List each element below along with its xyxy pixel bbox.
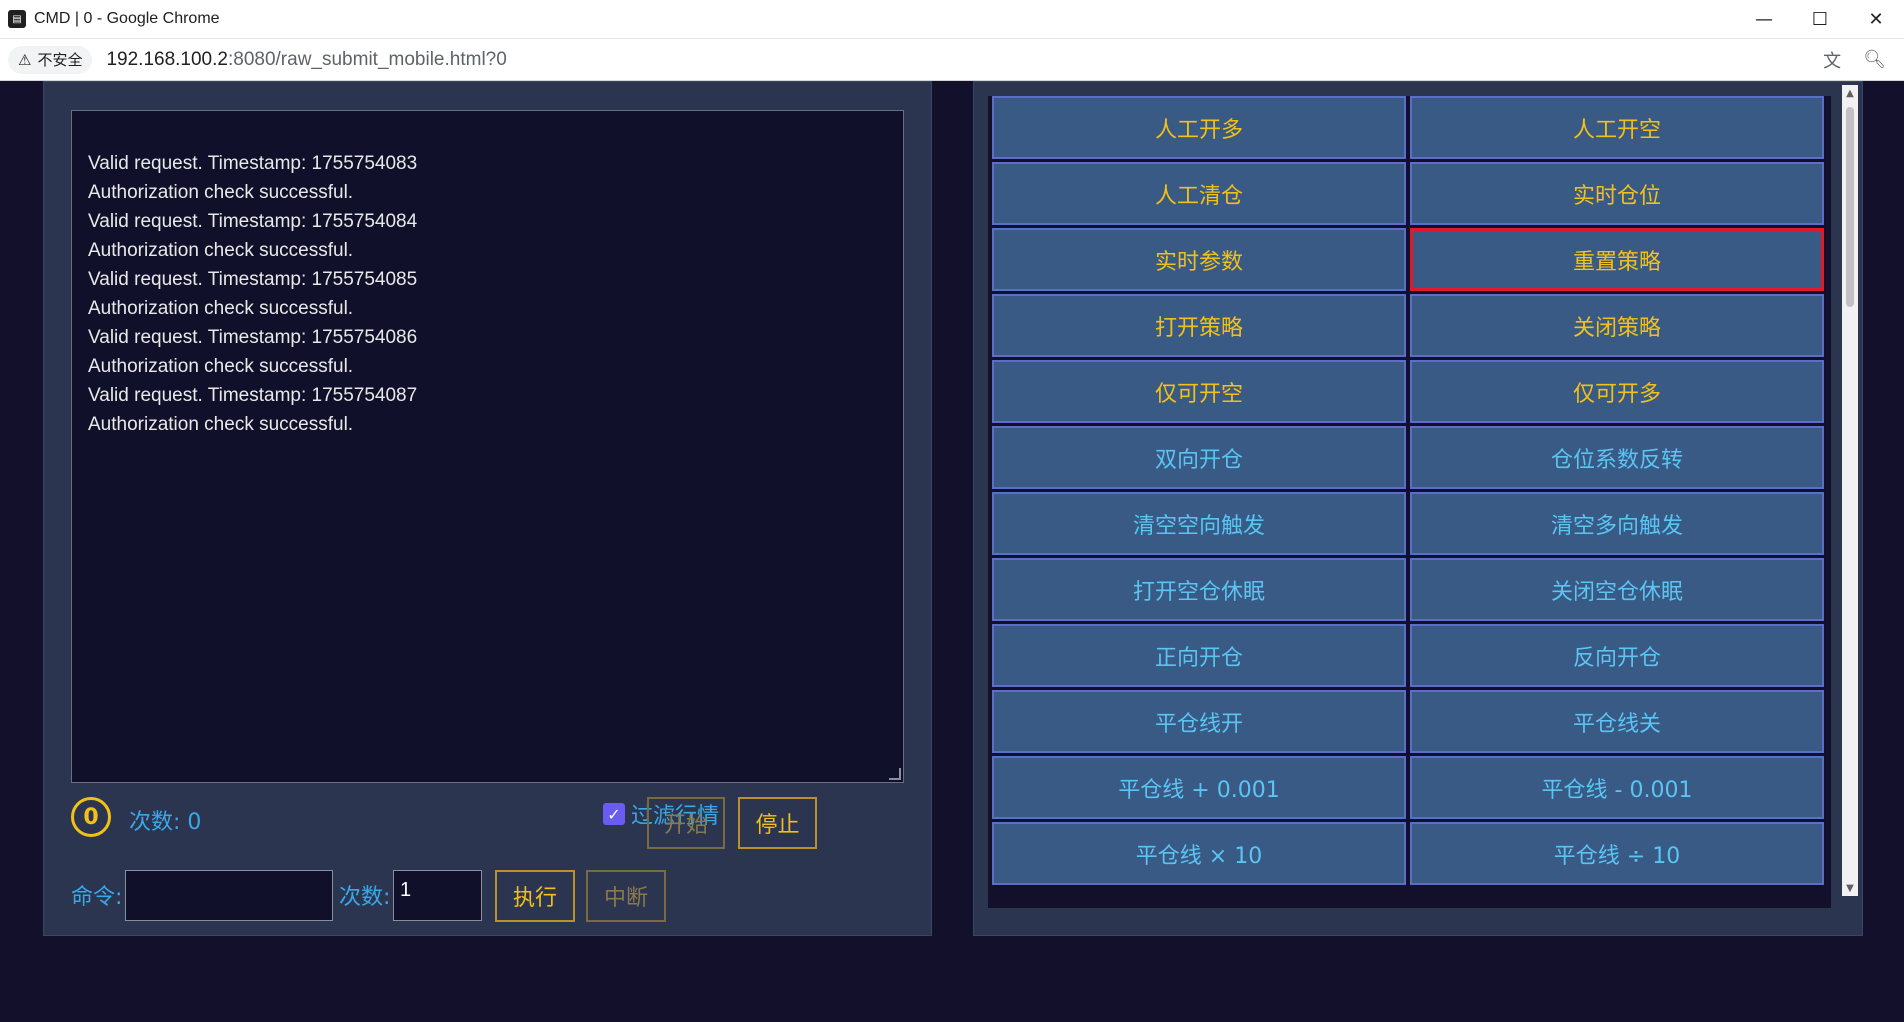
command-button[interactable]: 平仓线 - 0.001 (1410, 756, 1824, 819)
console-panel: Valid request. Timestamp: 1755754083 Auth… (43, 81, 932, 936)
command-button[interactable]: 实时仓位 (1410, 162, 1824, 225)
filter-checkbox[interactable]: ✓ (603, 803, 625, 825)
url-field[interactable]: 192.168.100.2:8080/raw_submit_mobile.htm… (106, 49, 506, 71)
commands-scroll-area: 人工开多 人工开空 人工清仓 实时仓位 实时参数 重置策略 打开策略 关闭策略 仅可开空 仅可开多… (988, 96, 1831, 908)
app-icon: ▤ (8, 10, 26, 28)
minimize-button[interactable]: — (1736, 0, 1792, 38)
window-title: CMD | 0 - Google Chrome (34, 10, 220, 27)
command-button[interactable]: 关闭策略 (1410, 294, 1824, 357)
scroll-thumb[interactable] (1846, 107, 1854, 307)
command-button[interactable]: 仅可开空 (992, 360, 1406, 423)
command-row: 命令: 次数: 1 执行 中断 (71, 867, 904, 923)
command-button[interactable]: 平仓线开 (992, 690, 1406, 753)
log-line: Valid request. Timestamp: 1755754084 (88, 211, 418, 232)
close-button[interactable]: ✕ (1848, 0, 1904, 38)
command-button[interactable]: 打开策略 (992, 294, 1406, 357)
stop-button[interactable]: 停止 (738, 797, 817, 849)
log-line: Authorization check successful. (88, 240, 354, 261)
log-line: Authorization check successful. (88, 182, 354, 203)
log-line: Authorization check successful. (88, 298, 354, 319)
security-label: 不安全 (37, 51, 83, 69)
log-line: Valid request. Timestamp: 1755754085 (88, 269, 418, 290)
command-button[interactable]: 正向开仓 (992, 624, 1406, 687)
log-line: Valid request. Timestamp: 1755754083 (88, 153, 418, 174)
command-button[interactable]: 重置策略 (1410, 228, 1824, 291)
resize-handle[interactable] (889, 768, 901, 780)
log-line: Valid request. Timestamp: 1755754086 (88, 327, 418, 348)
window-controls: — ☐ ✕ (1736, 0, 1904, 38)
command-button[interactable]: 人工开空 (1410, 96, 1824, 159)
command-button[interactable]: 平仓线 + 0.001 (992, 756, 1406, 819)
command-button[interactable]: 仅可开多 (1410, 360, 1824, 423)
url-host: 192.168.100.2 (106, 48, 228, 70)
url-path: :8080/raw_submit_mobile.html?0 (227, 48, 507, 70)
commands-grid: 人工开多 人工开空 人工清仓 实时仓位 实时参数 重置策略 打开策略 关闭策略 仅可开空 仅可开多… (992, 96, 1824, 885)
address-bar: ⚠ 不安全 192.168.100.2:8080/raw_submit_mobi… (0, 39, 1904, 81)
command-label: 命令: (71, 885, 123, 910)
log-line: Authorization check successful. (88, 356, 354, 377)
log-line: Authorization check successful. (88, 414, 354, 435)
security-chip[interactable]: ⚠ 不安全 (8, 45, 93, 74)
log-line: Valid request. Timestamp: 1755754087 (88, 385, 418, 406)
count-label: 次数: 0 (129, 810, 202, 835)
scroll-down-icon[interactable]: ▼ (1842, 880, 1858, 896)
zoom-icon[interactable]: 🔍︎ (1863, 49, 1886, 70)
times-label: 次数: (339, 885, 391, 910)
command-button[interactable]: 人工开多 (992, 96, 1406, 159)
command-button[interactable]: 平仓线关 (1410, 690, 1824, 753)
counter-badge: 0 (71, 797, 111, 837)
scroll-up-icon[interactable]: ▲ (1842, 85, 1858, 101)
command-button[interactable]: 清空多向触发 (1410, 492, 1824, 555)
status-row: 0 次数: 0 ✓ 过滤行情 开始 停止 (71, 794, 904, 849)
log-output[interactable]: Valid request. Timestamp: 1755754083 Auth… (71, 110, 904, 783)
command-button[interactable]: 关闭空仓休眠 (1410, 558, 1824, 621)
maximize-button[interactable]: ☐ (1792, 0, 1848, 38)
commands-panel: 人工开多 人工开空 人工清仓 实时仓位 实时参数 重置策略 打开策略 关闭策略 仅可开空 仅可开多… (973, 81, 1863, 936)
command-input[interactable] (125, 870, 333, 921)
command-button[interactable]: 实时参数 (992, 228, 1406, 291)
execute-button[interactable]: 执行 (495, 870, 575, 922)
command-button[interactable]: 反向开仓 (1410, 624, 1824, 687)
interrupt-button[interactable]: 中断 (586, 870, 666, 922)
command-button[interactable]: 仓位系数反转 (1410, 426, 1824, 489)
times-input[interactable]: 1 (393, 870, 482, 921)
window-titlebar: ▤ CMD | 0 - Google Chrome — ☐ ✕ (0, 0, 1904, 39)
commands-scrollbar[interactable]: ▲ ▼ (1842, 85, 1858, 896)
command-button[interactable]: 清空空向触发 (992, 492, 1406, 555)
command-button[interactable]: 双向开仓 (992, 426, 1406, 489)
translate-icon[interactable]: 文 (1823, 47, 1841, 73)
warning-icon: ⚠ (18, 50, 32, 69)
command-button[interactable]: 人工清仓 (992, 162, 1406, 225)
command-button[interactable]: 打开空仓休眠 (992, 558, 1406, 621)
page-content: Valid request. Timestamp: 1755754083 Auth… (0, 81, 1904, 1022)
start-button[interactable]: 开始 (647, 797, 725, 849)
address-bar-icons: 文 🔍︎ (1823, 39, 1886, 80)
command-button[interactable]: 平仓线 × 10 (992, 822, 1406, 885)
command-button[interactable]: 平仓线 ÷ 10 (1410, 822, 1824, 885)
